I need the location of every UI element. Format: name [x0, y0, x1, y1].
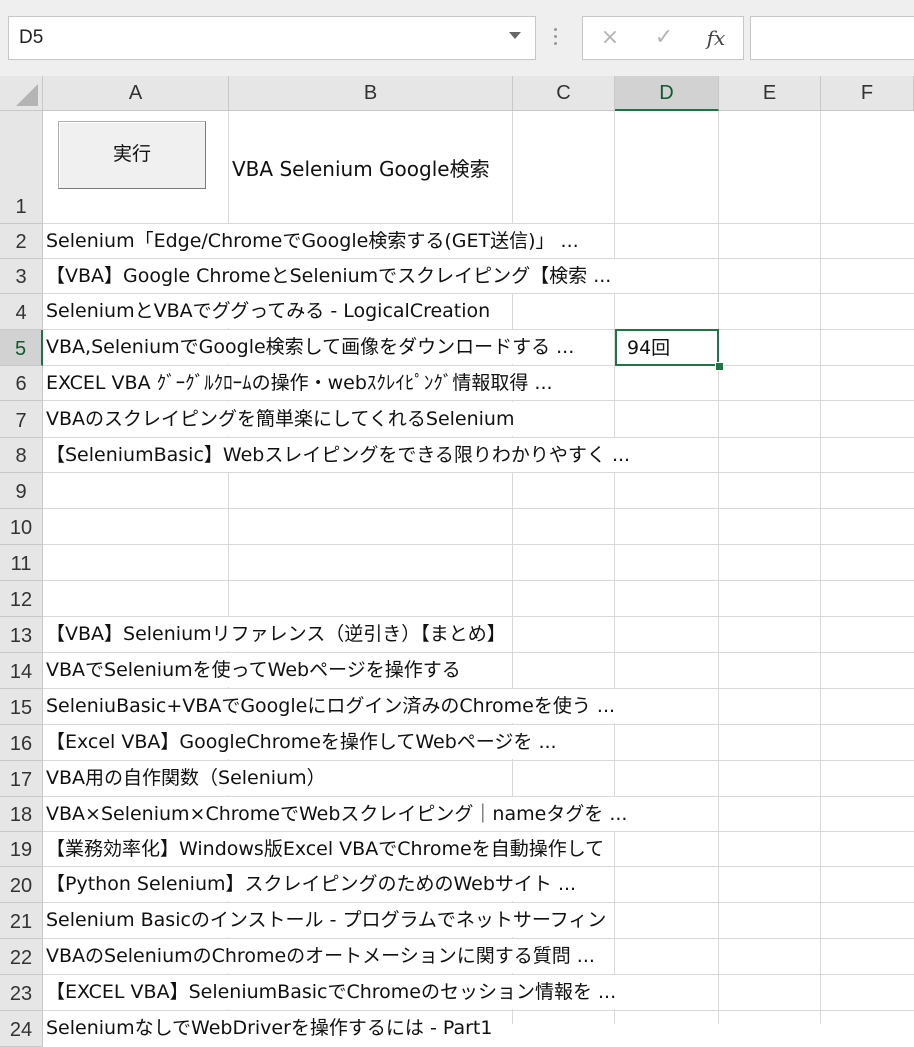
active-cell-value: 94回: [627, 337, 671, 359]
row-header[interactable]: 12: [0, 581, 43, 617]
result-cell[interactable]: 【VBA】Google ChromeとSeleniumでスクレイピング【検索 .…: [46, 259, 616, 293]
row-header[interactable]: 4: [0, 294, 43, 330]
result-cell[interactable]: 【業務効率化】Windows版Excel VBAでChromeを自動操作して: [46, 832, 609, 866]
row-header[interactable]: 3: [0, 259, 43, 294]
run-button[interactable]: 実行: [58, 121, 206, 189]
row-header[interactable]: 6: [0, 366, 43, 401]
row-header[interactable]: 14: [0, 653, 43, 689]
row-header[interactable]: 13: [0, 617, 43, 653]
result-cell[interactable]: 【VBA】Seleniumリファレンス（逆引き）【まとめ】: [46, 617, 510, 651]
result-cell[interactable]: SeleniumなしでWebDriverを操作するには - Part1: [46, 1011, 497, 1045]
name-box-value: D5: [19, 27, 44, 48]
result-cell[interactable]: VBA,SeleniumでGoogle検索して画像をダウンロードする ...: [46, 330, 579, 364]
result-cell[interactable]: Selenium「Edge/ChromeでGoogle検索する(GET送信)」 …: [46, 224, 583, 258]
active-cell[interactable]: 94回: [615, 329, 719, 366]
result-cell[interactable]: Selenium Basicのインストール - プログラムでネットサーフィン: [46, 903, 611, 937]
row-header[interactable]: 2: [0, 224, 43, 259]
row-header[interactable]: 16: [0, 725, 43, 761]
row-header[interactable]: 5: [0, 330, 43, 366]
name-box[interactable]: D5: [8, 16, 536, 60]
result-cell[interactable]: SeleniumとVBAでググってみる - LogicalCreation: [46, 294, 495, 328]
row-header[interactable]: 20: [0, 867, 43, 903]
row-header[interactable]: 17: [0, 761, 43, 797]
column-header-c[interactable]: C: [513, 76, 615, 111]
column-header-f[interactable]: F: [821, 76, 914, 111]
result-cell[interactable]: VBAのSeleniumのChromeのオートメーションに関する質問 ...: [46, 939, 599, 973]
formula-bar: D5 × ✓ fx: [0, 0, 914, 76]
row-header[interactable]: 19: [0, 832, 43, 867]
gridline: [820, 111, 821, 1024]
select-all-button[interactable]: [0, 76, 43, 111]
result-cell[interactable]: SeleniuBasic+VBAでGoogleにログイン済みのChromeを使う…: [46, 689, 620, 723]
result-cell[interactable]: 【Excel VBA】GoogleChromeを操作してWebページを ...: [46, 725, 561, 759]
grip-icon[interactable]: [554, 28, 558, 48]
column-header-b[interactable]: B: [229, 76, 513, 111]
gridline: [43, 580, 914, 581]
row-header[interactable]: 1: [0, 111, 43, 224]
column-header-d[interactable]: D: [615, 76, 719, 111]
column-header-a[interactable]: A: [43, 76, 229, 111]
result-cell[interactable]: VBA用の自作関数（Selenium）: [46, 761, 330, 795]
check-icon[interactable]: ✓: [649, 25, 679, 51]
row-header[interactable]: 10: [0, 509, 43, 545]
result-cell[interactable]: 【SeleniumBasic】Webスレイピングをできる限りわかりやすく ...: [46, 438, 635, 472]
chevron-down-icon[interactable]: [509, 32, 521, 39]
formula-buttons: × ✓ fx: [582, 16, 744, 60]
gridline: [718, 111, 719, 1024]
formula-input[interactable]: [750, 16, 914, 60]
row-header[interactable]: 23: [0, 975, 43, 1011]
gridline: [43, 544, 914, 545]
fill-handle[interactable]: [715, 362, 724, 371]
gridline: [43, 400, 914, 401]
gridline: [43, 472, 914, 473]
result-cell[interactable]: 【Python Selenium】スクレイピングのためのWebサイト ...: [46, 867, 581, 901]
sheet-title: VBA Selenium Google検索: [232, 157, 490, 181]
row-header[interactable]: 15: [0, 689, 43, 725]
row-header[interactable]: 8: [0, 438, 43, 473]
result-cell[interactable]: EXCEL VBA ｸﾞｰｸﾞﾙｸﾛｰﾑの操作・webｽｸﾚｲﾋﾟﾝｸﾞ情報取得…: [46, 366, 557, 400]
gridline: [614, 111, 615, 1024]
row-header[interactable]: 11: [0, 545, 43, 581]
result-cell[interactable]: 【EXCEL VBA】SeleniumBasicでChromeのセッション情報を…: [46, 975, 621, 1009]
row-header[interactable]: 7: [0, 401, 43, 438]
result-cell[interactable]: VBA×Selenium×ChromeでWebスクレイピング｜nameタグを .…: [46, 797, 632, 831]
row-header[interactable]: 21: [0, 903, 43, 939]
cancel-icon[interactable]: ×: [595, 25, 625, 51]
column-header-e[interactable]: E: [719, 76, 821, 111]
result-cell[interactable]: VBAのスクレイピングを簡単楽にしてくれるSelenium: [46, 402, 519, 436]
result-cell[interactable]: VBAでSeleniumを使ってWebページを操作する: [46, 653, 465, 687]
row-header[interactable]: 18: [0, 797, 43, 832]
row-header[interactable]: 24: [0, 1011, 43, 1047]
insert-function-icon[interactable]: fx: [701, 25, 731, 51]
row-header[interactable]: 9: [0, 473, 43, 509]
row-header[interactable]: 22: [0, 939, 43, 975]
gridline: [43, 508, 914, 509]
